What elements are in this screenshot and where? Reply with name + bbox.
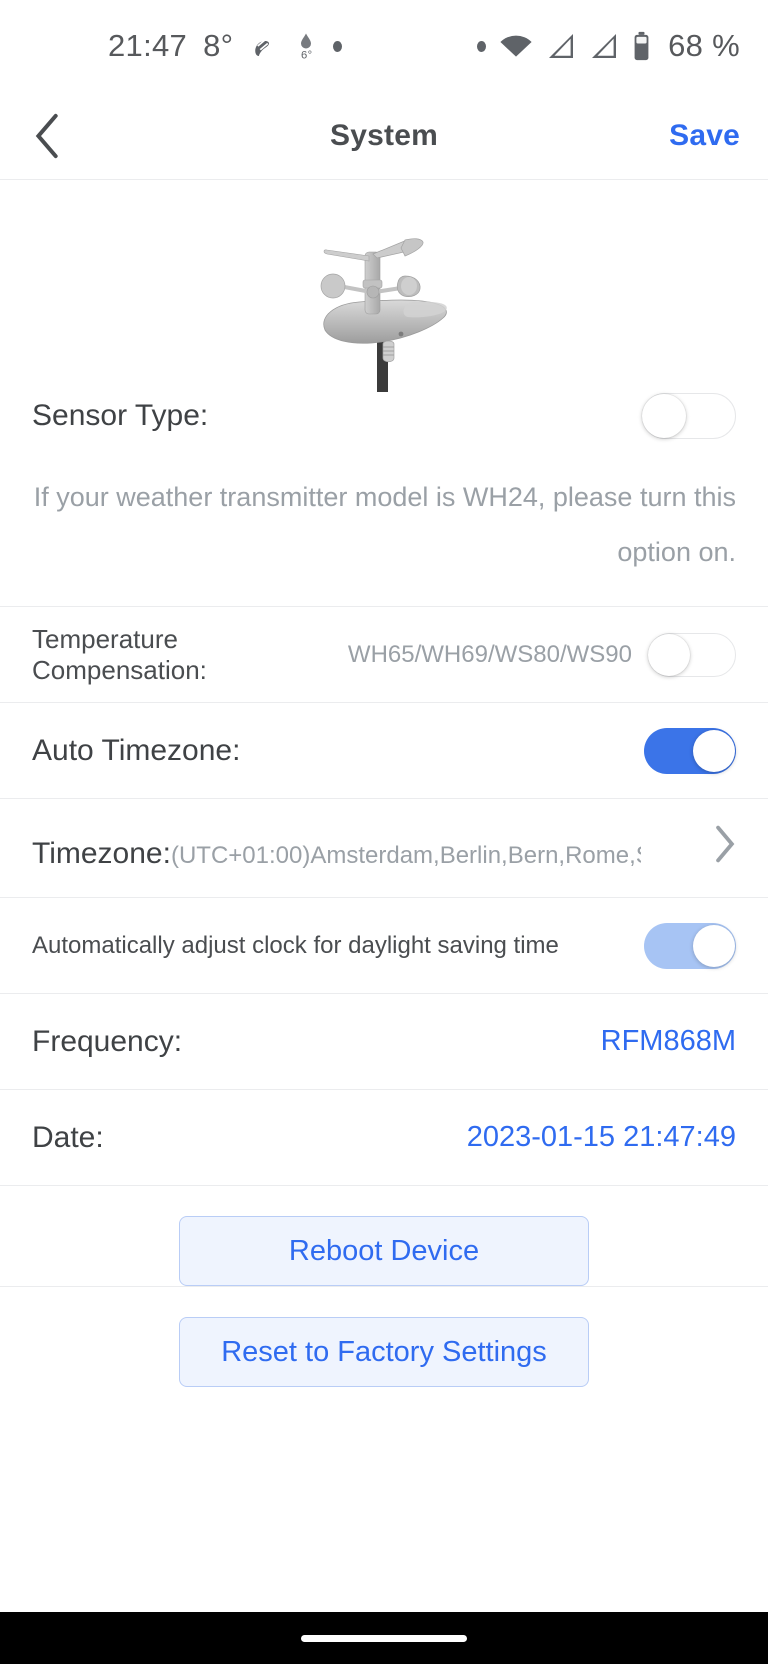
toggle-knob bbox=[693, 924, 735, 967]
page-title: System bbox=[330, 118, 438, 152]
signal-icon bbox=[546, 32, 576, 60]
svg-text:6°: 6° bbox=[301, 50, 313, 62]
status-temperature: 8° bbox=[203, 28, 234, 63]
home-gesture-pill[interactable] bbox=[301, 1634, 467, 1642]
daylight-saving-toggle[interactable] bbox=[644, 922, 736, 969]
battery-icon bbox=[632, 31, 651, 61]
toggle-knob bbox=[642, 394, 686, 438]
weather-transmitter-sensor-image bbox=[0, 180, 768, 392]
temperature-compensation-hint: WH65/WH69/WS80/WS90 bbox=[347, 640, 632, 668]
status-clock: 21:47 bbox=[108, 28, 188, 63]
sensor-type-toggle[interactable] bbox=[642, 393, 736, 439]
status-bar: 21:47 8° 6° 68 % bbox=[0, 0, 768, 92]
timezone-value: (UTC+01:00)Amsterdam,Berlin,Bern,Rome,St… bbox=[170, 842, 641, 869]
row-daylight-saving: Automatically adjust clock for daylight … bbox=[0, 897, 768, 993]
signal-icon bbox=[589, 32, 619, 60]
phone-screen: 21:47 8° 6° 68 % System Save Sensor Type… bbox=[0, 0, 768, 1664]
reset-factory-section: Reset to Factory Settings bbox=[0, 1286, 768, 1387]
reset-factory-settings-button[interactable]: Reset to Factory Settings bbox=[179, 1317, 589, 1387]
rain-drop-icon: 6° bbox=[295, 31, 317, 62]
status-bar-right: 68 % bbox=[477, 28, 740, 64]
row-date[interactable]: Date: 2023-01-15 21:47:49 bbox=[0, 1089, 768, 1185]
wifi-icon bbox=[499, 33, 533, 59]
row-temperature-compensation: Temperature Compensation: WH65/WH69/WS80… bbox=[0, 606, 768, 702]
battery-percent: 68 % bbox=[668, 28, 740, 63]
date-value: 2023-01-15 21:47:49 bbox=[466, 1121, 736, 1153]
frequency-value: RFM868M bbox=[600, 1025, 736, 1057]
system-navigation-bar bbox=[0, 1612, 768, 1664]
reboot-device-section: Reboot Device bbox=[0, 1185, 768, 1286]
frequency-label: Frequency: bbox=[32, 1024, 183, 1058]
app-header: System Save bbox=[0, 92, 768, 180]
row-timezone[interactable]: Timezone: (UTC+01:00)Amsterdam,Berlin,Be… bbox=[0, 798, 768, 897]
chevron-right-icon bbox=[714, 825, 736, 863]
timezone-label: Timezone: bbox=[32, 837, 171, 870]
dot-icon bbox=[477, 40, 487, 52]
daylight-saving-label: Automatically adjust clock for daylight … bbox=[32, 931, 559, 959]
weather-sleep-icon bbox=[249, 31, 279, 61]
reboot-device-button[interactable]: Reboot Device bbox=[179, 1216, 589, 1286]
temperature-compensation-toggle[interactable] bbox=[648, 632, 736, 677]
auto-timezone-label: Auto Timezone: bbox=[32, 733, 241, 767]
temperature-compensation-label: Temperature Compensation: bbox=[32, 623, 207, 685]
toggle-knob bbox=[648, 633, 690, 676]
sensor-type-label: Sensor Type: bbox=[32, 399, 209, 432]
toggle-knob bbox=[693, 729, 735, 772]
date-label: Date: bbox=[32, 1120, 104, 1154]
status-bar-left: 21:47 8° 6° bbox=[108, 28, 343, 64]
sensor-type-note: If your weather transmitter model is WH2… bbox=[33, 482, 736, 567]
dot-icon bbox=[333, 40, 343, 52]
auto-timezone-toggle[interactable] bbox=[644, 727, 736, 774]
row-auto-timezone: Auto Timezone: bbox=[0, 702, 768, 798]
row-frequency[interactable]: Frequency: RFM868M bbox=[0, 993, 768, 1089]
